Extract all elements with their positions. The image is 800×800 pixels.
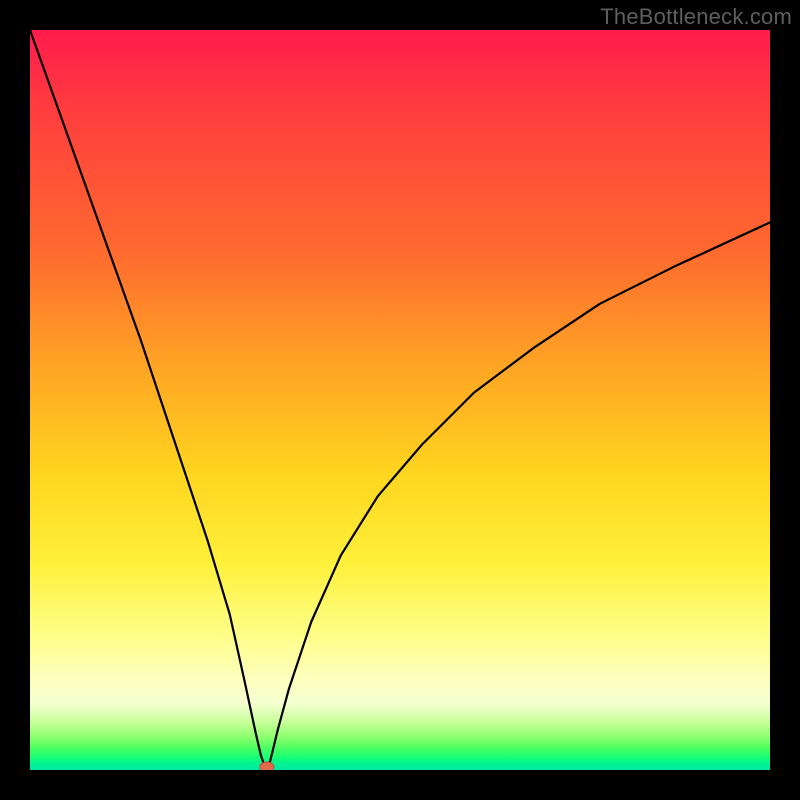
bottleneck-curve	[30, 30, 770, 770]
plot-area	[30, 30, 770, 770]
min-marker	[260, 762, 274, 770]
chart-frame: TheBottleneck.com	[0, 0, 800, 800]
watermark-text: TheBottleneck.com	[600, 4, 792, 30]
curve-layer	[30, 30, 770, 770]
